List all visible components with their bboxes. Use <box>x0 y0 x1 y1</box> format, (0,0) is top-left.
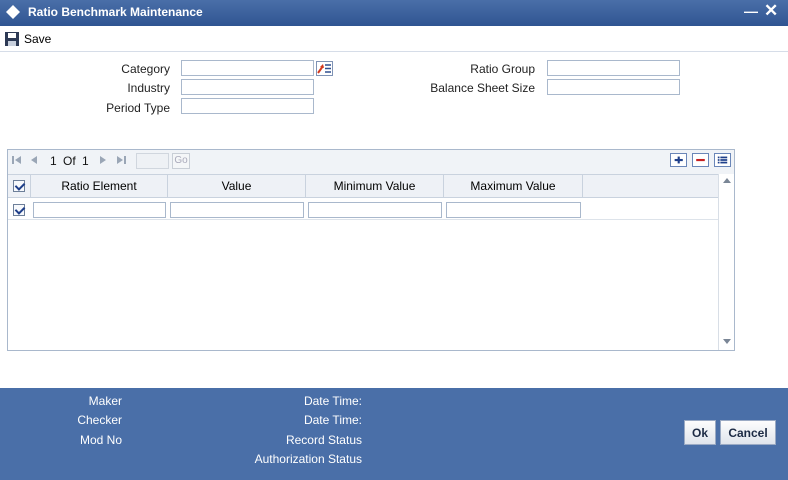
scroll-up-icon[interactable] <box>723 178 731 183</box>
next-page-icon[interactable] <box>97 154 109 166</box>
title-bar: Ratio Benchmark Maintenance — ✕ <box>0 0 788 26</box>
ok-button[interactable]: Ok <box>684 420 716 445</box>
audit-footer: Maker Checker Mod No Date Time: Date Tim… <box>0 388 788 480</box>
industry-label: Industry <box>127 81 170 95</box>
ratio-group-label: Ratio Group <box>470 62 535 76</box>
save-icon <box>5 32 19 46</box>
select-all-checkbox[interactable] <box>13 180 25 192</box>
ratio-group-field[interactable] <box>547 60 680 76</box>
authorization-status-label: Authorization Status <box>254 452 362 466</box>
row-checkbox[interactable] <box>13 204 25 216</box>
category-field[interactable] <box>181 60 314 76</box>
period-type-field[interactable] <box>181 98 314 114</box>
close-icon[interactable]: ✕ <box>764 1 778 21</box>
column-header-value[interactable]: Value <box>168 175 306 197</box>
balance-sheet-size-label: Balance Sheet Size <box>430 81 535 95</box>
diamond-icon <box>6 5 20 19</box>
balance-sheet-size-field[interactable] <box>547 79 680 95</box>
value-input[interactable] <box>170 202 304 218</box>
category-label: Category <box>121 62 170 76</box>
maker-date-time-label: Date Time: <box>303 394 362 408</box>
grid-scrollbar[interactable] <box>718 174 734 350</box>
current-page: 1 <box>50 154 57 168</box>
table-row <box>8 198 718 220</box>
save-label: Save <box>24 32 52 46</box>
grid-pagination: 1 Of 1 Go <box>8 150 734 174</box>
column-header-maximum-value[interactable]: Maximum Value <box>444 175 583 197</box>
toolbar: Save <box>0 26 788 52</box>
save-button[interactable]: Save <box>4 30 51 48</box>
window-title: Ratio Benchmark Maintenance <box>28 5 203 19</box>
cancel-button[interactable]: Cancel <box>720 420 776 445</box>
column-header-minimum-value[interactable]: Minimum Value <box>306 175 444 197</box>
checker-label: Checker <box>77 413 122 427</box>
checker-date-time-label: Date Time: <box>303 413 362 427</box>
maximum-value-input[interactable] <box>446 202 581 218</box>
page-of-label: Of <box>63 154 76 168</box>
maker-label: Maker <box>88 394 122 408</box>
ratio-element-input[interactable] <box>33 202 166 218</box>
add-row-icon[interactable] <box>670 153 687 167</box>
previous-page-icon[interactable] <box>28 154 40 166</box>
column-header-ratio-element[interactable]: Ratio Element <box>31 175 168 197</box>
last-page-icon[interactable] <box>115 154 127 166</box>
first-page-icon[interactable] <box>11 154 23 166</box>
scroll-down-icon[interactable] <box>723 339 731 344</box>
select-all-cell <box>8 175 31 197</box>
page-number-input[interactable] <box>136 153 169 169</box>
period-type-label: Period Type <box>106 101 170 115</box>
go-button[interactable]: Go <box>172 153 190 169</box>
list-of-values-icon[interactable] <box>316 61 333 76</box>
ratio-element-grid: 1 Of 1 Go Ratio Element Value Minimum Va… <box>7 149 735 351</box>
mod-no-label: Mod No <box>79 433 122 447</box>
grid-header: Ratio Element Value Minimum Value Maximu… <box>8 174 718 198</box>
delete-row-icon[interactable] <box>692 153 709 167</box>
minimum-value-input[interactable] <box>308 202 442 218</box>
total-pages: 1 <box>82 154 89 168</box>
record-status-label: Record Status <box>285 433 362 447</box>
industry-field[interactable] <box>181 79 314 95</box>
minimize-icon[interactable]: — <box>744 3 758 19</box>
single-view-icon[interactable] <box>714 153 731 167</box>
